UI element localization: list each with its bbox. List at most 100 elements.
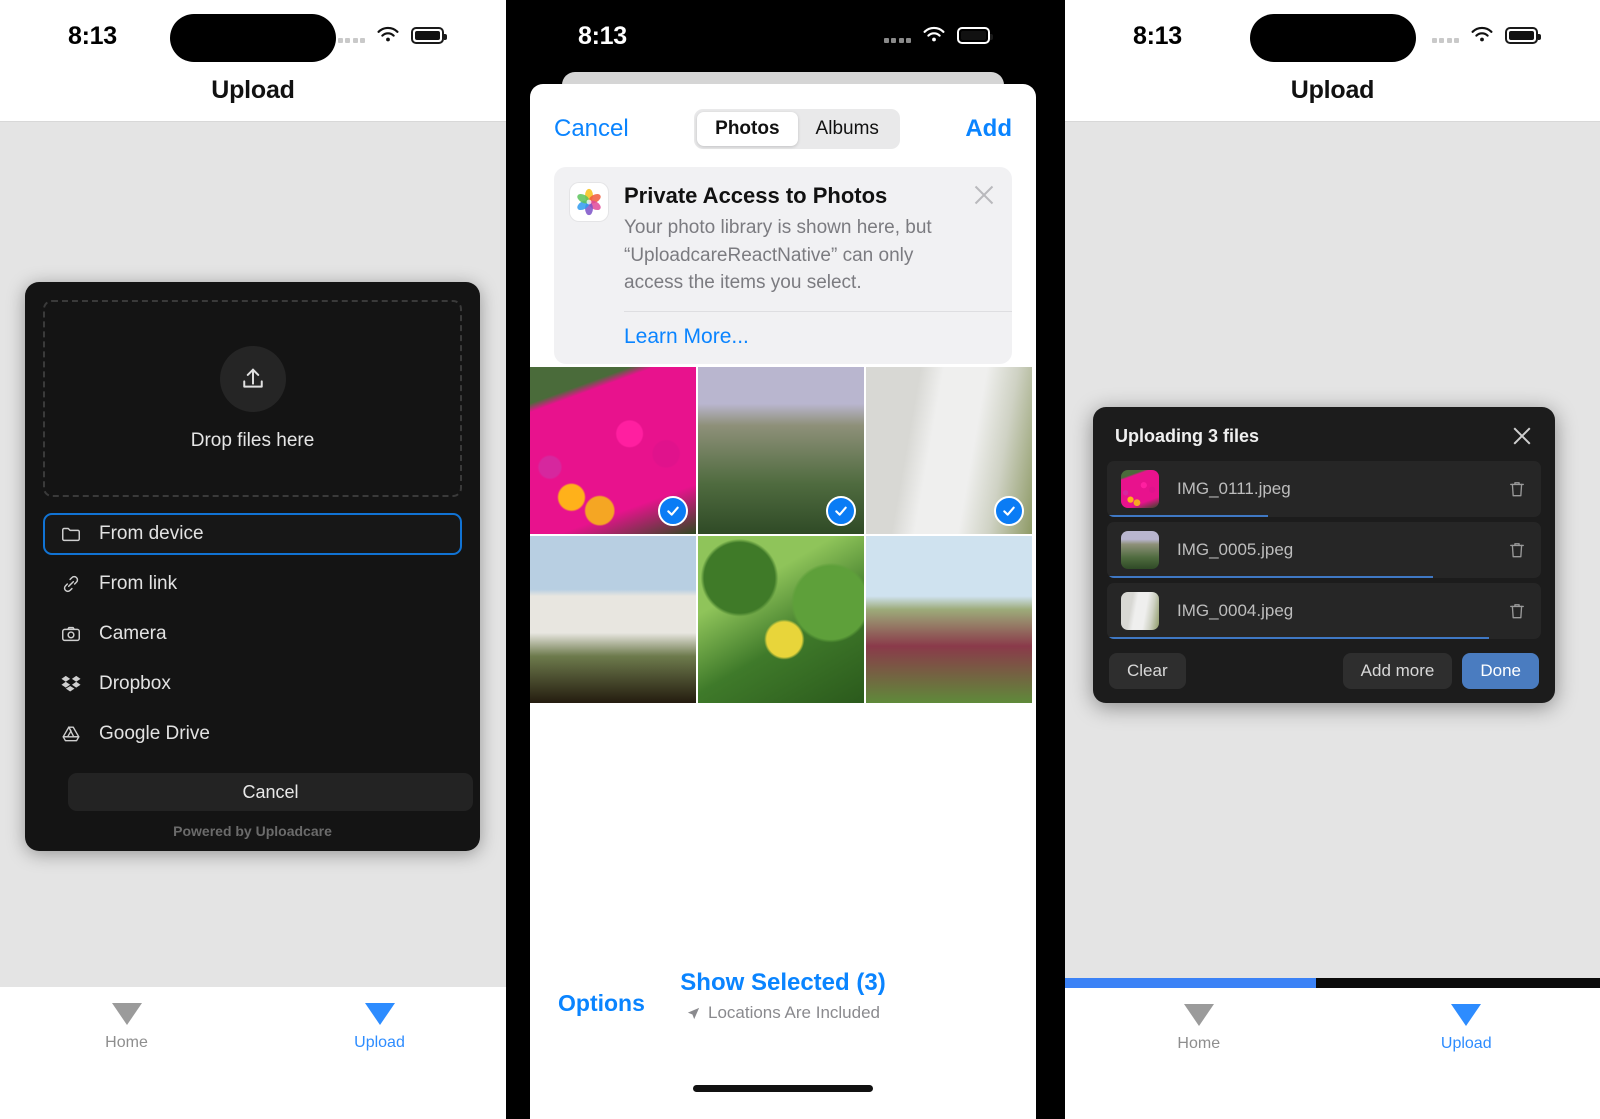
tab-label: Home bbox=[1177, 1035, 1221, 1052]
source-item-dropbox[interactable]: Dropbox bbox=[43, 663, 462, 705]
page-title: Upload bbox=[211, 76, 295, 104]
status-bar-indicators bbox=[1431, 26, 1541, 44]
triangle-down-icon bbox=[1451, 1004, 1482, 1026]
file-name: IMG_0005.jpeg bbox=[1177, 540, 1294, 559]
status-bar-indicators bbox=[883, 26, 993, 44]
cellular-dots-icon bbox=[1431, 27, 1459, 43]
source-label: From link bbox=[99, 573, 178, 594]
clear-button[interactable]: Clear bbox=[1109, 653, 1186, 689]
file-name: IMG_0004.jpeg bbox=[1177, 601, 1294, 620]
location-arrow-icon bbox=[687, 1007, 700, 1019]
file-thumbnail bbox=[1121, 531, 1159, 569]
source-item-from-device[interactable]: From device bbox=[43, 513, 462, 555]
source-label: Google Drive bbox=[99, 723, 210, 744]
tab-label: Home bbox=[105, 1034, 148, 1051]
dropzone[interactable]: Drop files here bbox=[43, 300, 462, 497]
status-bar-time: 8:13 bbox=[578, 22, 627, 50]
file-thumbnail bbox=[1121, 592, 1159, 630]
source-label: Dropbox bbox=[99, 673, 171, 694]
close-icon[interactable] bbox=[1511, 425, 1533, 447]
tab-label: Upload bbox=[354, 1034, 405, 1051]
battery-icon bbox=[957, 26, 993, 44]
close-icon[interactable] bbox=[972, 183, 996, 207]
locations-label: Locations Are Included bbox=[707, 1003, 880, 1022]
tab-bar: Home Upload bbox=[0, 987, 506, 1119]
tab-upload[interactable]: Upload bbox=[1333, 1004, 1600, 1053]
photo-cell[interactable] bbox=[698, 536, 864, 703]
file-thumbnail bbox=[1121, 470, 1159, 508]
uploadcare-dialog: Drop files here From device From link Ca… bbox=[25, 282, 480, 851]
upload-file-row: IMG_0005.jpeg bbox=[1107, 522, 1541, 578]
picker-header: Cancel Photos Albums Add bbox=[530, 84, 1036, 149]
upload-file-row: IMG_0004.jpeg bbox=[1107, 583, 1541, 639]
source-item-google-drive[interactable]: Google Drive bbox=[43, 713, 462, 755]
options-button[interactable]: Options bbox=[558, 990, 645, 1017]
phone-panel-upload-dialog: 8:13 Upload Drop files here From device … bbox=[0, 0, 506, 1119]
dropzone-label: Drop files here bbox=[190, 429, 315, 451]
page-title: Upload bbox=[1290, 76, 1375, 104]
photo-cell[interactable] bbox=[866, 536, 1032, 703]
uploading-header: Uploading 3 files bbox=[1107, 421, 1541, 461]
status-bar: 8:13 bbox=[1065, 0, 1600, 76]
cancel-button[interactable]: Cancel bbox=[68, 773, 473, 811]
file-progress-bar bbox=[1107, 515, 1268, 517]
photo-cell[interactable] bbox=[530, 536, 696, 703]
picker-add-button[interactable]: Add bbox=[965, 115, 1012, 143]
cellular-dots-icon bbox=[337, 27, 365, 43]
photo-thumbnail bbox=[530, 536, 696, 703]
tab-upload[interactable]: Upload bbox=[253, 1003, 506, 1052]
done-button[interactable]: Done bbox=[1462, 653, 1539, 689]
status-bar-time: 8:13 bbox=[68, 22, 117, 50]
photo-cell[interactable] bbox=[698, 367, 864, 534]
trash-icon[interactable] bbox=[1507, 600, 1527, 622]
dropbox-icon bbox=[59, 672, 83, 696]
uploading-footer: Clear Add more Done bbox=[1107, 644, 1541, 691]
source-label: Camera bbox=[99, 623, 167, 644]
dynamic-island bbox=[170, 14, 336, 62]
source-item-from-link[interactable]: From link bbox=[43, 563, 462, 605]
source-item-camera[interactable]: Camera bbox=[43, 613, 462, 655]
three-panel-screenshot: 8:13 Upload Drop files here From device … bbox=[0, 0, 1600, 1119]
picker-footer: Options Show Selected (3) Locations Are … bbox=[530, 969, 1036, 1023]
photo-picker-sheet: Cancel Photos Albums Add Private Access … bbox=[530, 84, 1036, 1119]
selected-check-icon bbox=[658, 496, 688, 526]
global-progress-bar bbox=[1065, 978, 1600, 988]
segmented-control[interactable]: Photos Albums bbox=[694, 109, 900, 149]
trash-icon[interactable] bbox=[1507, 478, 1527, 500]
upload-file-row: IMG_0111.jpeg bbox=[1107, 461, 1541, 517]
photo-grid bbox=[530, 367, 1036, 703]
file-name: IMG_0111.jpeg bbox=[1177, 479, 1291, 498]
segment-photos[interactable]: Photos bbox=[697, 112, 798, 146]
tab-home[interactable]: Home bbox=[0, 1003, 253, 1052]
dynamic-island bbox=[1249, 14, 1416, 62]
learn-more-link[interactable]: Learn More... bbox=[624, 312, 996, 364]
photo-thumbnail bbox=[866, 536, 1032, 703]
source-label: From device bbox=[99, 523, 204, 544]
add-more-button[interactable]: Add more bbox=[1342, 653, 1453, 689]
status-bar-indicators bbox=[337, 26, 447, 44]
app-content-area: Uploading 3 files IMG_0111.jpeg IMG_0005… bbox=[1065, 122, 1600, 988]
selected-check-icon bbox=[994, 496, 1024, 526]
banner-title: Private Access to Photos bbox=[624, 183, 888, 208]
app-content-area: Drop files here From device From link Ca… bbox=[0, 122, 506, 987]
upload-arrow-icon bbox=[219, 345, 286, 412]
private-access-banner: Private Access to Photos Your photo libr… bbox=[554, 167, 1012, 364]
picker-cancel-button[interactable]: Cancel bbox=[554, 115, 629, 143]
battery-icon bbox=[1505, 26, 1541, 44]
wifi-icon bbox=[377, 26, 399, 42]
status-bar: 8:13 bbox=[0, 0, 506, 76]
cellular-dots-icon bbox=[883, 27, 911, 43]
phone-panel-photo-picker: 8:13 Cancel Photos Albums Add Private Ac… bbox=[506, 0, 1060, 1119]
photo-cell[interactable] bbox=[530, 367, 696, 534]
source-list: From device From link Camera Dropbox Goo… bbox=[43, 513, 462, 755]
segment-albums[interactable]: Albums bbox=[798, 112, 897, 146]
photo-cell[interactable] bbox=[866, 367, 1032, 534]
status-bar: 8:13 bbox=[506, 0, 1060, 76]
google-drive-icon bbox=[59, 722, 83, 746]
selected-check-icon bbox=[826, 496, 856, 526]
trash-icon[interactable] bbox=[1507, 539, 1527, 561]
tab-home[interactable]: Home bbox=[1065, 1004, 1333, 1053]
